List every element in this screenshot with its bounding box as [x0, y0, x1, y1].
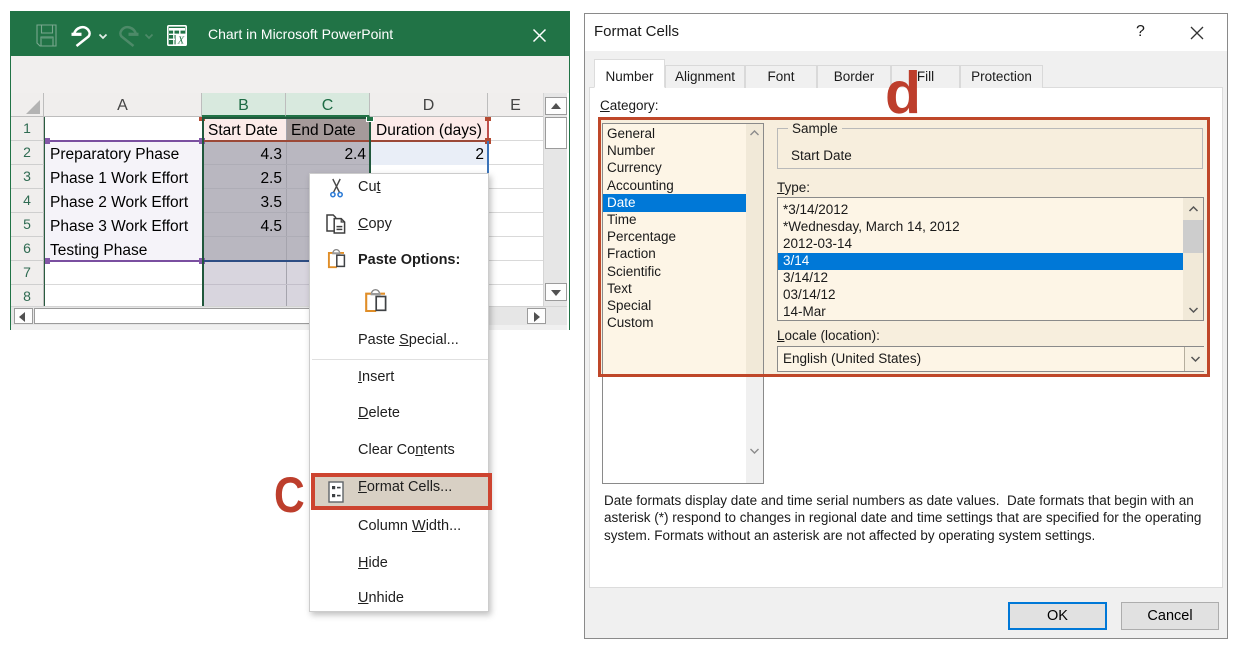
svg-text:X: X: [177, 36, 185, 46]
